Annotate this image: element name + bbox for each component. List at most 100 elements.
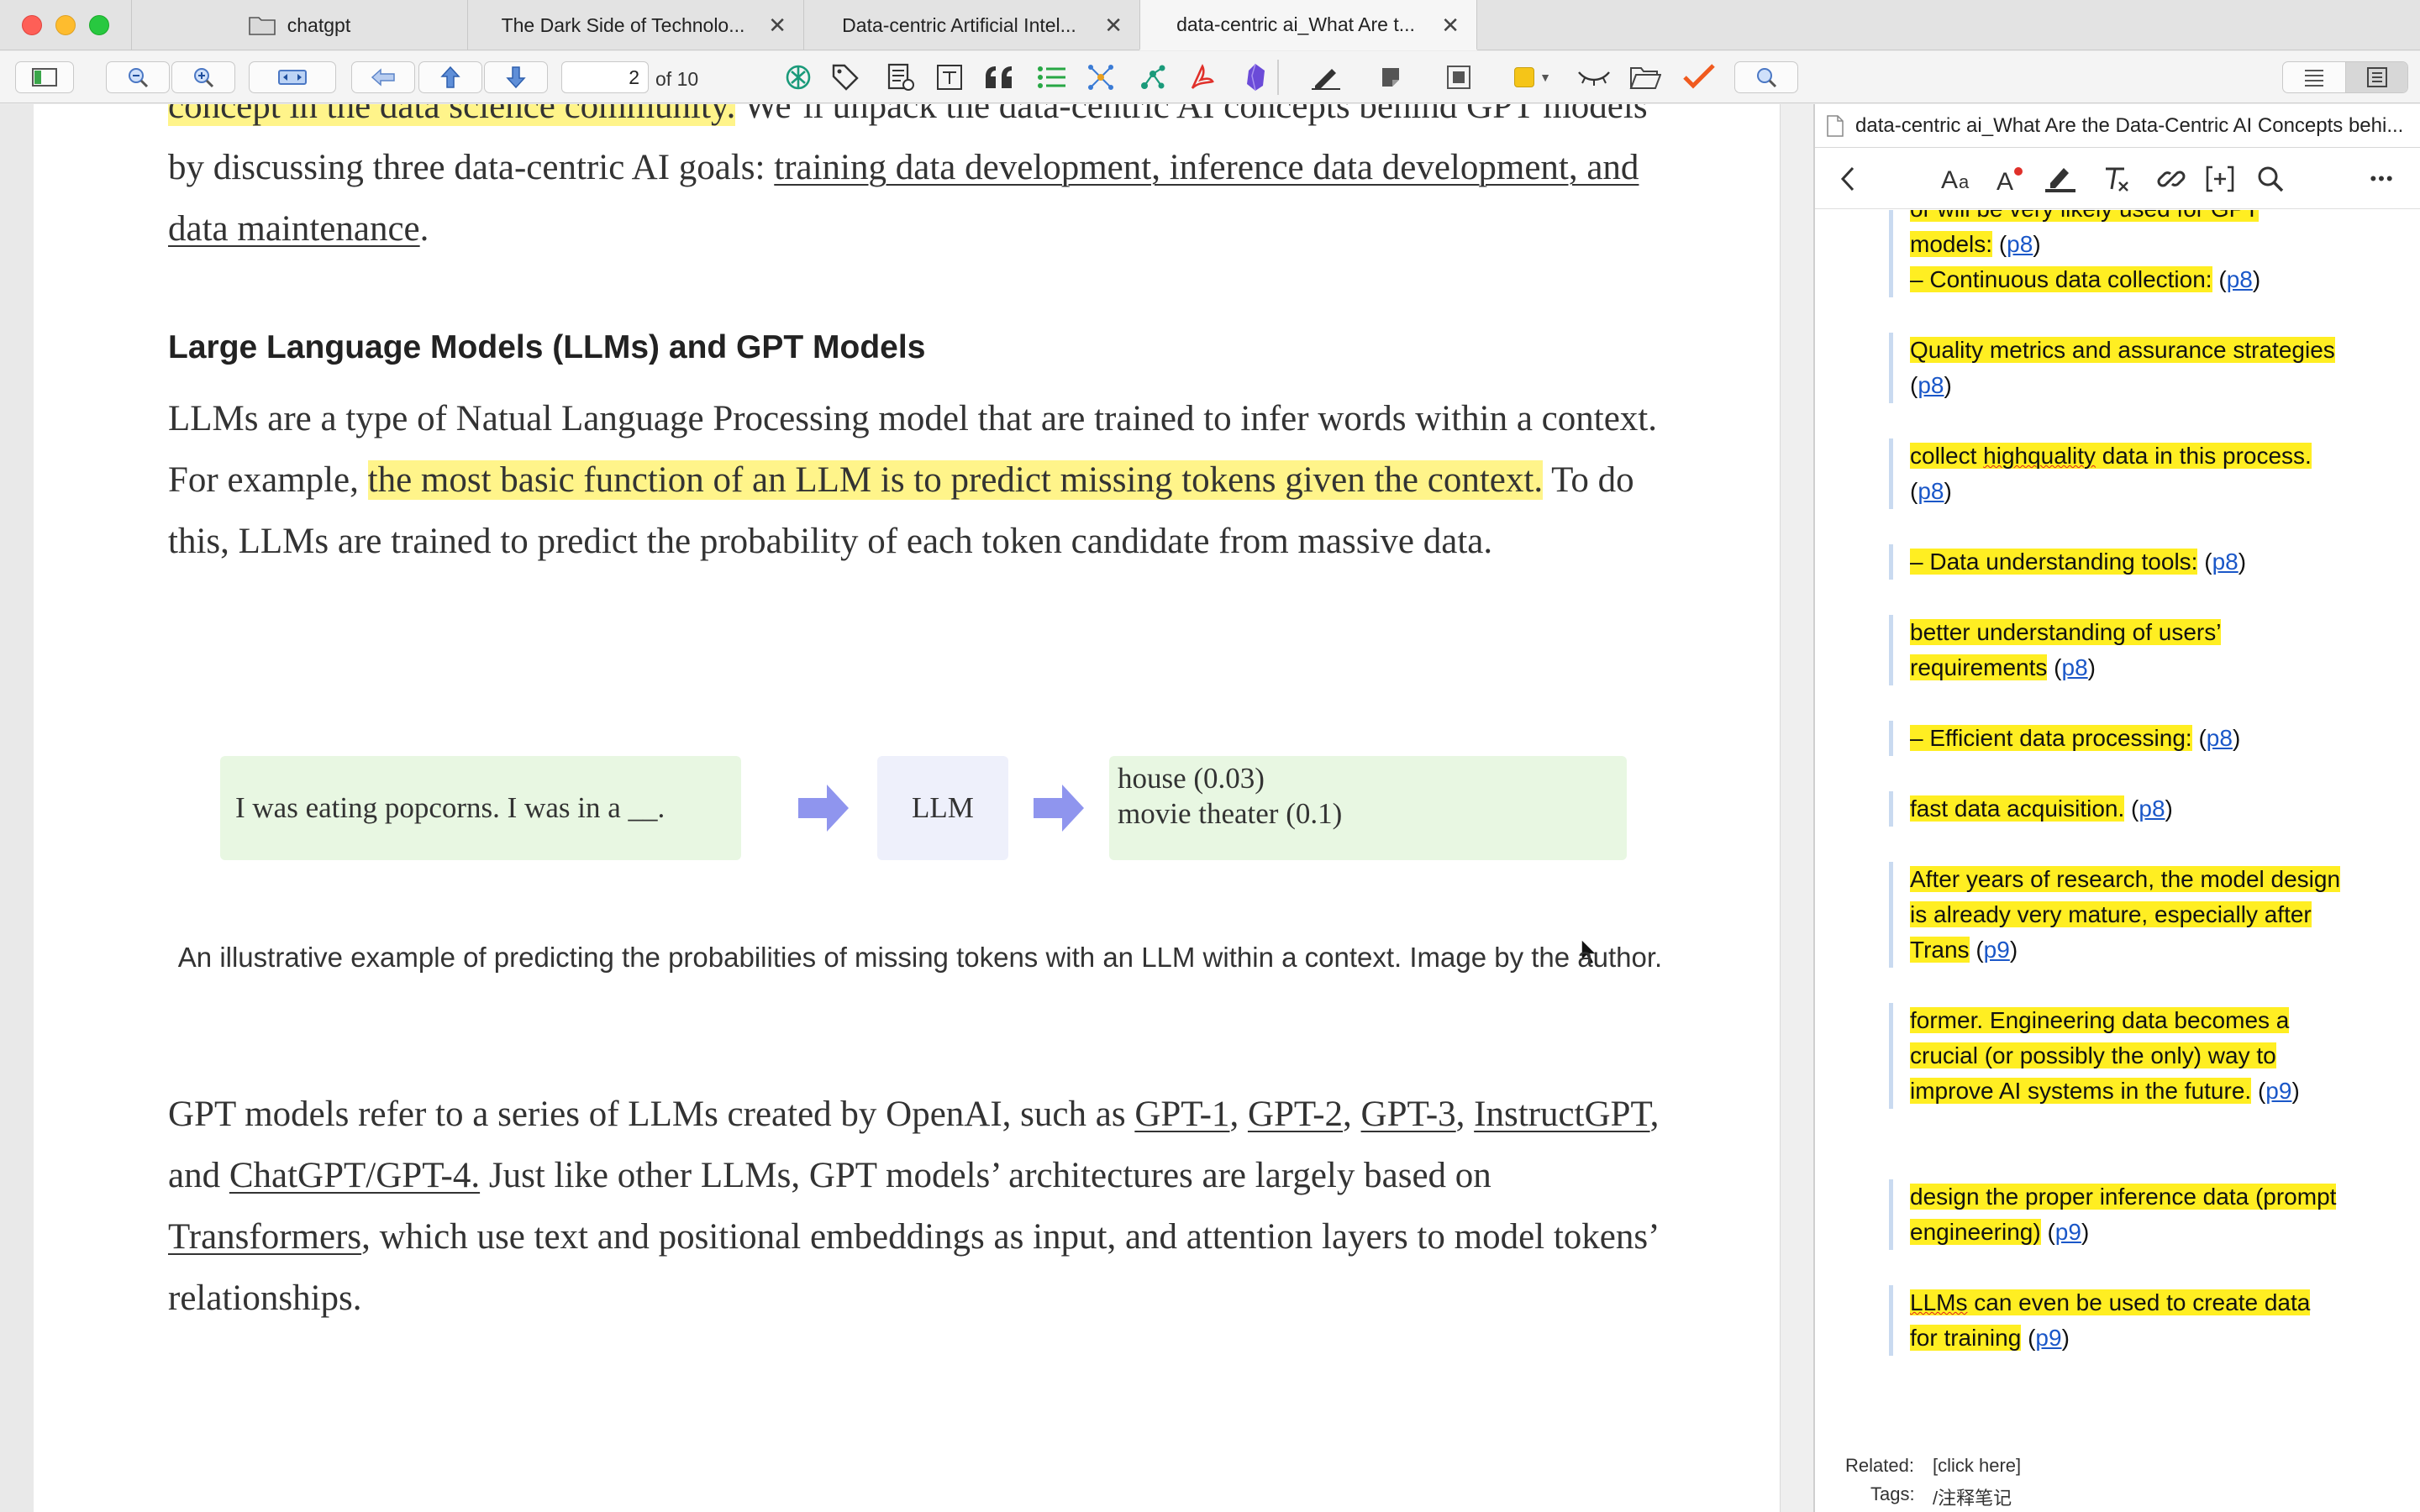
notes-back-button[interactable]: [1835, 164, 1860, 194]
tab-data-centric-artificial[interactable]: Data-centric Artificial Intel... ✕: [803, 0, 1139, 50]
notes-list[interactable]: or will be very likely used for GPT mode…: [1815, 210, 2420, 1512]
link-chatgpt-gpt4[interactable]: ChatGPT/GPT-4.: [229, 1156, 480, 1195]
open-folder-button[interactable]: [1627, 61, 1664, 93]
note-page-link[interactable]: p8: [1918, 478, 1944, 504]
link-instructgpt[interactable]: InstructGPT: [1474, 1095, 1649, 1134]
note-button[interactable]: [1375, 61, 1408, 93]
pen-button[interactable]: [1307, 61, 1344, 93]
zoom-in-button[interactable]: [171, 61, 235, 93]
note-page-link[interactable]: p9: [2035, 1325, 2061, 1351]
tags-value[interactable]: /注释笔记: [1933, 1483, 2012, 1510]
note-item[interactable]: better understanding of users’ requireme…: [1889, 615, 2343, 685]
fit-width-icon: [278, 70, 307, 85]
note-page-link[interactable]: p9: [2265, 1078, 2291, 1104]
paragraph-gpt: GPT models refer to a series of LLMs cre…: [168, 1084, 1689, 1329]
note-page-link[interactable]: p8: [2062, 654, 2088, 680]
note-item[interactable]: or will be very likely used for GPT mode…: [1889, 210, 2343, 262]
llm-figure: I was eating popcorns. I was in a __. LL…: [220, 756, 1627, 966]
hide-annotations-button[interactable]: [1575, 61, 1613, 93]
tab-chatgpt[interactable]: chatgpt: [131, 0, 467, 50]
note-page-link[interactable]: p8: [2007, 231, 2033, 257]
note-item[interactable]: collect highquality data in this process…: [1889, 438, 2343, 509]
note-item[interactable]: former. Engineering data becomes a cruci…: [1889, 1003, 2343, 1109]
note-text: After years of research, the model desig…: [1910, 866, 2341, 963]
zoom-out-button[interactable]: [106, 61, 170, 93]
note-item[interactable]: – Continuous data collection: (p8): [1889, 262, 2343, 297]
document-view-button[interactable]: [2283, 62, 2345, 92]
graph-button[interactable]: [1136, 61, 1170, 93]
search-button[interactable]: [1734, 61, 1798, 93]
tab-close-icon[interactable]: ✕: [1441, 14, 1460, 36]
more-options-button[interactable]: •••: [2361, 164, 2403, 194]
clear-format-button[interactable]: [2101, 164, 2134, 194]
list-button[interactable]: [1035, 61, 1069, 93]
note-page-link[interactable]: p8: [2227, 266, 2253, 292]
bracket-plus-icon: [2206, 165, 2234, 192]
note-page-link[interactable]: p8: [2212, 549, 2238, 575]
note-item[interactable]: LLMs can even be used to create data for…: [1889, 1285, 2343, 1356]
note-item[interactable]: After years of research, the model desig…: [1889, 862, 2343, 968]
zoom-window-button[interactable]: [89, 15, 109, 35]
document-scrollbar[interactable]: [1780, 104, 1813, 1512]
tab-close-icon[interactable]: ✕: [1104, 14, 1123, 36]
checkmark-icon: [1683, 64, 1715, 89]
done-button[interactable]: [1681, 61, 1718, 93]
back-button[interactable]: [351, 61, 415, 93]
link-gpt-3[interactable]: GPT-3: [1361, 1095, 1456, 1134]
tag-button[interactable]: [829, 61, 862, 93]
quote-button[interactable]: [981, 61, 1018, 93]
area-select-button[interactable]: [1442, 61, 1476, 93]
note-page-link[interactable]: p9: [2055, 1219, 2081, 1245]
sidebar-toggle-button[interactable]: [15, 61, 74, 93]
mind-map-button[interactable]: [1084, 61, 1118, 93]
note-item[interactable]: – Data understanding tools: (p8): [1889, 544, 2343, 580]
document-list-icon: [887, 63, 914, 91]
note-page-link[interactable]: p8: [2139, 795, 2165, 822]
note-item[interactable]: – Efficient data processing: (p8): [1889, 721, 2343, 756]
highlighted-text[interactable]: the most basic function of an LLM is to …: [367, 460, 1544, 500]
text-color-button[interactable]: A: [1993, 164, 2027, 194]
note-page-link[interactable]: p8: [1918, 372, 1944, 398]
quote-icon: [986, 66, 1012, 88]
fit-width-button[interactable]: [249, 61, 336, 93]
insert-citation-button[interactable]: [2203, 164, 2237, 194]
tab-dark-side[interactable]: The Dark Side of Technolo... ✕: [467, 0, 803, 50]
note-item[interactable]: fast data acquisition. (p8): [1889, 791, 2343, 827]
chatgpt-button[interactable]: [781, 61, 815, 93]
folder-open-icon: [1629, 67, 1661, 89]
paragraph-text: ,: [1455, 1095, 1475, 1134]
text-box-button[interactable]: [933, 61, 966, 93]
page-number-input[interactable]: 2: [561, 61, 649, 93]
tab-data-centric-ai-active[interactable]: data-centric ai_What Are t... ✕: [1139, 0, 1477, 50]
paragraph-intro: concept in the data science community. W…: [168, 104, 1689, 260]
next-page-button[interactable]: [484, 61, 548, 93]
acrobat-button[interactable]: [1185, 61, 1218, 93]
highlighter-button[interactable]: [2042, 164, 2079, 194]
notes-pane: data-centric ai_What Are the Data-Centri…: [1815, 104, 2420, 1512]
pdf-page[interactable]: concept in the data science community. W…: [34, 104, 1780, 1512]
note-item[interactable]: design the proper inference data (prompt…: [1889, 1179, 2343, 1250]
link-button[interactable]: [2154, 164, 2188, 194]
note-page-link[interactable]: p8: [2207, 725, 2233, 751]
notes-view-button[interactable]: [2345, 62, 2407, 92]
minimize-window-button[interactable]: [55, 15, 76, 35]
note-page-link[interactable]: p9: [1984, 937, 2010, 963]
previous-page-button[interactable]: [418, 61, 482, 93]
close-window-button[interactable]: [22, 15, 42, 35]
link-gpt-1[interactable]: GPT-1: [1134, 1095, 1229, 1134]
note-text: – Efficient data processing:: [1910, 725, 2192, 751]
tab-close-icon[interactable]: ✕: [768, 14, 786, 36]
highlighted-text[interactable]: concept in the data science community.: [168, 104, 736, 126]
related-link[interactable]: [click here]: [1933, 1455, 2021, 1477]
highlight-color-button[interactable]: ▼: [1506, 61, 1560, 93]
note-item[interactable]: Quality metrics and assurance strategies…: [1889, 333, 2343, 403]
obsidian-button[interactable]: [1239, 61, 1272, 93]
font-style-button[interactable]: Aa: [1939, 164, 1976, 194]
graph-nodes-icon: [1141, 65, 1165, 89]
link-gpt-2[interactable]: GPT-2: [1248, 1095, 1343, 1134]
link-transformers[interactable]: Transformers: [168, 1217, 361, 1257]
app-window: chatgpt The Dark Side of Technolo... ✕ D…: [0, 0, 2420, 1512]
notes-search-button[interactable]: [2254, 164, 2287, 194]
document-viewer[interactable]: concept in the data science community. W…: [0, 104, 1813, 1512]
notes-list-button[interactable]: [884, 61, 918, 93]
